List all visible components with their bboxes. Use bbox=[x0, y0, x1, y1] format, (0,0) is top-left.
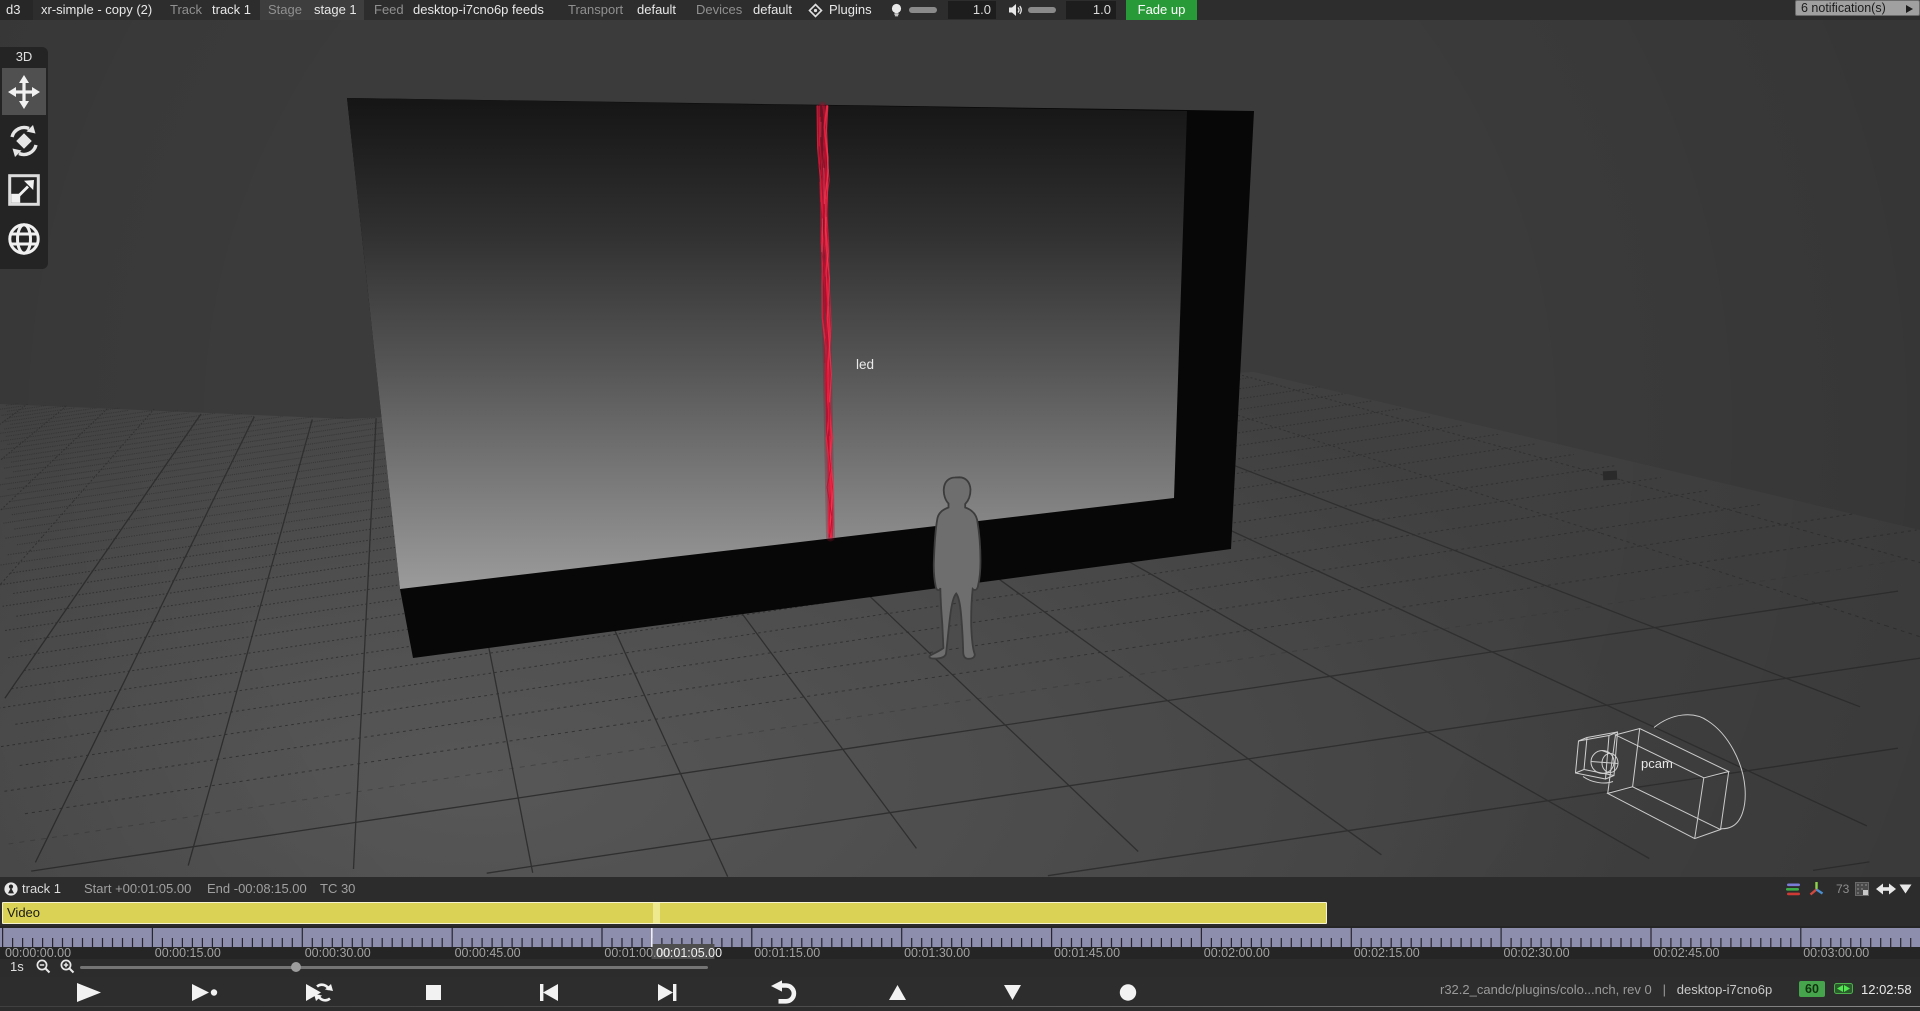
svg-text:00:02:00.00: 00:02:00.00 bbox=[1204, 946, 1270, 959]
svg-text:00:02:15.00: 00:02:15.00 bbox=[1354, 946, 1420, 959]
svg-text:00:03:00.00: 00:03:00.00 bbox=[1803, 946, 1869, 959]
svg-text:00:00:00.00: 00:00:00.00 bbox=[5, 946, 71, 959]
svg-text:00:01:45.00: 00:01:45.00 bbox=[1054, 946, 1120, 959]
svg-text:00:00:30.00: 00:00:30.00 bbox=[305, 946, 371, 959]
svg-text:00:02:45.00: 00:02:45.00 bbox=[1653, 946, 1719, 959]
svg-text:00:02:30.00: 00:02:30.00 bbox=[1504, 946, 1570, 959]
svg-text:00:01:15.00: 00:01:15.00 bbox=[754, 946, 820, 959]
svg-text:00:00:45.00: 00:00:45.00 bbox=[455, 946, 521, 959]
svg-text:00:01:05.00: 00:01:05.00 bbox=[656, 946, 722, 959]
svg-text:00:01:30.00: 00:01:30.00 bbox=[904, 946, 970, 959]
svg-text:00:00:15.00: 00:00:15.00 bbox=[155, 946, 221, 959]
